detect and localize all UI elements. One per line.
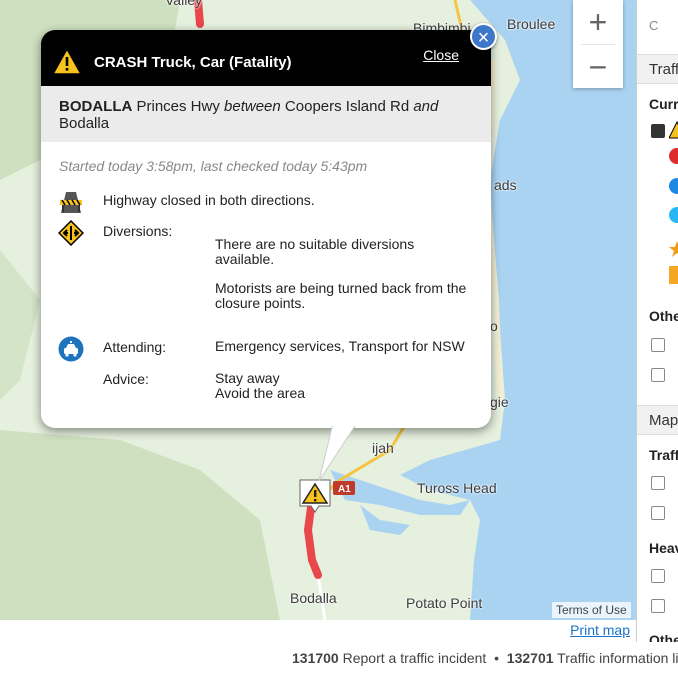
place-label: o [490, 318, 498, 334]
traffic-checkbox-1[interactable] [651, 476, 665, 490]
closure-text: Highway closed in both directions. [103, 192, 315, 208]
to-place: Bodalla [59, 115, 110, 132]
place-label: ads [494, 177, 517, 193]
traffic-sub-heading: Traffic [649, 447, 678, 463]
other-heading-2: Other [649, 632, 678, 642]
other-heading: Other [649, 308, 678, 324]
advice-line-1: Stay away [215, 370, 280, 386]
incident-location: BODALLA Princes Hwy between Coopers Isla… [41, 86, 491, 142]
warning-icon [52, 48, 82, 75]
popup-pointer [318, 423, 358, 482]
report-text: Report a traffic incident [342, 650, 487, 666]
zoom-control: + − [573, 0, 623, 88]
current-checkbox[interactable] [651, 124, 665, 138]
suburb: BODALLA [59, 98, 133, 115]
heavy-checkbox-2[interactable] [651, 599, 665, 613]
roadwork-layer-icon [669, 207, 678, 223]
heavy-heading: Heavy [649, 540, 678, 556]
flood-layer-icon [669, 178, 678, 194]
place-label: Broulee [507, 16, 556, 32]
svg-text:A1: A1 [338, 484, 351, 495]
between-word: between [224, 98, 281, 115]
star-layer-icon [669, 241, 678, 257]
from-road: Coopers Island Rd [284, 98, 410, 115]
traffic-tab[interactable]: Traffic [637, 54, 678, 84]
diversion-icon [58, 220, 84, 246]
attending-value: Emergency services, Transport for NSW [215, 338, 465, 354]
road-name: Princes Hwy [136, 98, 220, 115]
footer: 131700 Report a traffic incident • 13270… [0, 642, 678, 676]
place-label: Tuross Head [417, 480, 497, 496]
advice-line-2: Avoid the area [215, 385, 306, 401]
started-text: Started today 3:58pm, last checked today… [59, 158, 368, 174]
current-heading: Current [649, 96, 678, 112]
zoom-out-button[interactable]: − [573, 45, 623, 89]
crash-warning-marker-icon[interactable] [298, 478, 332, 514]
place-label: gie [490, 394, 509, 410]
other-checkbox-2[interactable] [651, 368, 665, 382]
other-checkbox-1[interactable] [651, 338, 665, 352]
emergency-services-icon [58, 336, 84, 362]
map-tab[interactable]: Map [637, 405, 678, 435]
print-map-link[interactable]: Print map [570, 622, 630, 638]
fire-layer-icon [669, 148, 678, 164]
incident-popup: CRASH Truck, Car (Fatality) Close BODALL… [41, 30, 491, 428]
terms-link[interactable]: Terms of Use [552, 602, 631, 618]
incident-title: CRASH Truck, Car (Fatality) [94, 54, 292, 71]
and-word: and [413, 98, 439, 115]
close-link[interactable]: Close [423, 47, 459, 63]
panel-top-text: C [649, 18, 659, 33]
info-text: Traffic information line [557, 650, 678, 666]
zoom-in-button[interactable]: + [573, 0, 623, 44]
popup-close-x-icon[interactable]: × [470, 23, 497, 50]
phone-report[interactable]: 131700 [292, 650, 339, 666]
layers-panel: C Traffic Current Other Map Traffic Heav… [636, 0, 678, 642]
hazard-layer-icon [669, 266, 678, 284]
heavy-checkbox-1[interactable] [651, 569, 665, 583]
diversions-line-1: There are no suitable diversions availab… [215, 236, 415, 267]
diversions-label: Diversions: [103, 223, 173, 239]
diversions-line-2: Motorists are being turned back from the… [215, 280, 467, 311]
place-label: ijah [372, 440, 394, 456]
attending-label: Attending: [103, 339, 167, 355]
incident-layer-icon [669, 121, 678, 139]
traffic-checkbox-2[interactable] [651, 506, 665, 520]
place-label: Valley [165, 0, 203, 8]
place-label: Bodalla [290, 590, 337, 606]
popup-header: CRASH Truck, Car (Fatality) Close [41, 30, 491, 86]
phone-info[interactable]: 132701 [507, 650, 554, 666]
place-label: Potato Point [406, 595, 483, 611]
advice-label: Advice: [103, 371, 149, 387]
footer-text: 131700 Report a traffic incident • 13270… [292, 650, 678, 666]
road-closed-icon [60, 192, 82, 213]
footer-bullet: • [494, 650, 500, 666]
print-bar: Print map [0, 620, 636, 642]
